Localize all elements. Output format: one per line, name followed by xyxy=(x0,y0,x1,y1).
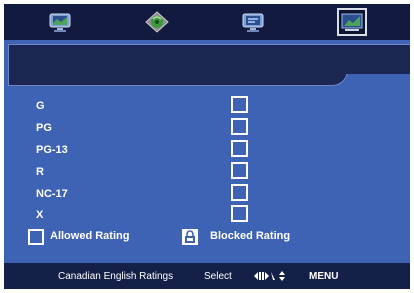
rating-checkbox[interactable] xyxy=(231,162,248,179)
sound-disc-icon[interactable] xyxy=(144,11,170,33)
rating-checkbox[interactable] xyxy=(231,140,248,157)
ratings-system-label: Canadian English Ratings xyxy=(58,271,174,282)
rating-label: R xyxy=(36,166,44,178)
rating-checkbox[interactable] xyxy=(231,96,248,113)
rating-checkbox[interactable] xyxy=(231,184,248,201)
rating-row-g[interactable]: G xyxy=(4,96,410,116)
menu-title-banner xyxy=(8,44,348,86)
menu-title-banner-tail xyxy=(344,44,410,74)
allowed-rating-label: Allowed Rating xyxy=(50,230,130,242)
blocked-rating-label: Blocked Rating xyxy=(210,230,291,242)
menu-hint: MENU xyxy=(309,271,339,282)
help-bar: Canadian English Ratings Select MENU xyxy=(4,263,410,289)
rating-row-x[interactable]: X xyxy=(4,205,410,225)
rating-label: PG-13 xyxy=(36,144,68,156)
tv-channel-icon[interactable] xyxy=(240,11,266,33)
tv-osd-screen: G PG PG-13 R NC-17 X Allowed Rating Bloc… xyxy=(4,4,410,289)
rating-row-nc-17[interactable]: NC-17 xyxy=(4,184,410,204)
rating-label: PG xyxy=(36,122,52,134)
tv-picture-icon[interactable] xyxy=(47,11,73,33)
rating-row-r[interactable]: R xyxy=(4,162,410,182)
rating-row-pg-13[interactable]: PG-13 xyxy=(4,140,410,160)
rating-checkbox[interactable] xyxy=(231,205,248,222)
rating-checkbox[interactable] xyxy=(231,118,248,135)
lock-settings-icon[interactable] xyxy=(337,8,367,36)
allowed-rating-icon xyxy=(28,229,44,245)
blocked-rating-lock-icon xyxy=(182,229,198,245)
navigation-arrows-icon xyxy=(253,270,291,285)
rating-row-pg[interactable]: PG xyxy=(4,118,410,138)
menu-icon-bar xyxy=(4,4,410,40)
select-hint: Select xyxy=(204,271,232,282)
rating-label: G xyxy=(36,100,45,112)
rating-label: X xyxy=(36,209,44,221)
rating-label: NC-17 xyxy=(36,188,68,200)
